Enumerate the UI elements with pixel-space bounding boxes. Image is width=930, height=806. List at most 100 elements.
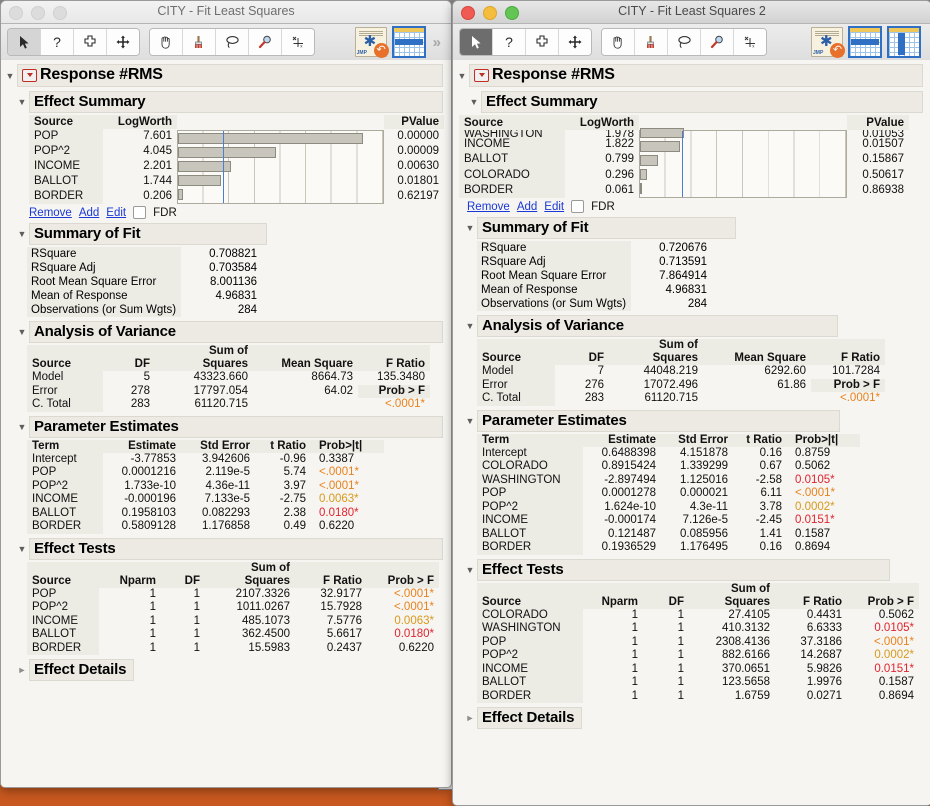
toolbar-group-tools[interactable]: x bbox=[149, 28, 315, 56]
four-arrows-move-icon[interactable] bbox=[107, 29, 139, 55]
effect-tests-header: Effect Tests bbox=[29, 537, 443, 560]
effect-summary-outline-left[interactable]: ▼ Effect Summary bbox=[15, 91, 451, 113]
titlebar-left[interactable]: CITY - Fit Least Squares bbox=[1, 1, 451, 24]
crosshair-move-icon[interactable] bbox=[526, 29, 559, 55]
fdr-label: FDR bbox=[591, 200, 615, 213]
toolbar-overflow-chevron-icon[interactable]: » bbox=[431, 34, 441, 51]
disclosure-triangle-summary-of-fit[interactable]: ▼ bbox=[463, 223, 477, 233]
response-outline-left[interactable]: ▼ Response #RMS bbox=[3, 64, 451, 87]
effect-summary-header: Effect Summary bbox=[29, 91, 443, 113]
col-prob-t: Prob>|t| bbox=[311, 439, 384, 453]
data-table-columns-icon[interactable] bbox=[887, 26, 921, 58]
effect-details-outline-left[interactable]: ► Effect Details bbox=[15, 659, 451, 681]
table-row: Intercept -3.77853 3.942606 -0.96 0.3387 bbox=[27, 452, 384, 466]
fdr-label: FDR bbox=[153, 206, 177, 219]
edit-link[interactable]: Edit bbox=[544, 201, 564, 213]
disclosure-triangle-anova[interactable]: ▼ bbox=[463, 321, 477, 331]
crosshairs-icon[interactable]: x bbox=[282, 29, 314, 55]
edit-link[interactable]: Edit bbox=[106, 207, 126, 219]
window-fit-least-squares-2[interactable]: CITY - Fit Least Squares 2 ? x ✱ ↶ JMP ▼… bbox=[452, 0, 930, 806]
arrow-select-icon[interactable] bbox=[460, 29, 493, 55]
parameter-estimates-outline-right[interactable]: ▼ Parameter Estimates bbox=[463, 409, 930, 432]
anova-header: Analysis of Variance bbox=[29, 321, 443, 343]
lasso-icon[interactable] bbox=[216, 29, 249, 55]
remove-link[interactable]: Remove bbox=[29, 207, 72, 219]
brush-icon[interactable] bbox=[183, 29, 216, 55]
titlebar-right[interactable]: CITY - Fit Least Squares 2 bbox=[453, 1, 930, 24]
disclosure-triangle-parameter-estimates[interactable]: ▼ bbox=[463, 416, 477, 426]
bar-colorado bbox=[640, 169, 647, 180]
question-help-icon[interactable]: ? bbox=[41, 29, 74, 55]
disclosure-triangle-effect-summary[interactable]: ▼ bbox=[467, 97, 481, 107]
add-link[interactable]: Add bbox=[79, 207, 99, 219]
toolbar-big-icons-right[interactable]: ✱ ↶ JMP bbox=[811, 26, 925, 58]
jmp-report-undo-icon[interactable]: ✱ ↶ JMP bbox=[811, 27, 845, 58]
toolbar-big-icons-left[interactable]: ✱ ↶ JMP » bbox=[354, 26, 445, 58]
magnifier-zoom-icon[interactable] bbox=[249, 29, 282, 55]
effect-summary-bar-chart bbox=[639, 128, 847, 198]
crosshair-move-icon[interactable] bbox=[74, 29, 107, 55]
remove-link[interactable]: Remove bbox=[467, 201, 510, 213]
data-table-rows-icon[interactable] bbox=[848, 26, 882, 58]
add-link[interactable]: Add bbox=[517, 201, 537, 213]
arrow-select-icon[interactable] bbox=[8, 29, 41, 55]
col-nparm: Nparm bbox=[583, 582, 643, 609]
four-arrows-move-icon[interactable] bbox=[559, 29, 591, 55]
crosshairs-icon[interactable]: x bbox=[734, 29, 766, 55]
response-header-bar: Response #RMS bbox=[469, 64, 923, 87]
disclosure-triangle-parameter-estimates[interactable]: ▼ bbox=[15, 422, 29, 432]
toolbar-left[interactable]: ? x ✱ ↶ JMP » bbox=[1, 24, 451, 61]
disclosure-triangle-response[interactable]: ▼ bbox=[3, 71, 17, 81]
red-triangle-menu-icon[interactable] bbox=[22, 68, 37, 82]
fdr-checkbox[interactable] bbox=[133, 206, 147, 219]
response-outline-right[interactable]: ▼ Response #RMS bbox=[455, 64, 930, 87]
parameter-estimates-outline-left[interactable]: ▼ Parameter Estimates bbox=[15, 415, 451, 438]
anova-outline-right[interactable]: ▼ Analysis of Variance bbox=[463, 315, 930, 337]
toolbar-group-select[interactable]: ? bbox=[459, 28, 592, 56]
disclosure-triangle-effect-details[interactable]: ► bbox=[15, 665, 29, 675]
window-fit-least-squares-1[interactable]: CITY - Fit Least Squares ? x ✱ ↶ JMP » ▼… bbox=[0, 0, 452, 788]
magnifier-zoom-icon[interactable] bbox=[701, 29, 734, 55]
effect-summary-actions-left[interactable]: Remove Add Edit FDR bbox=[29, 204, 451, 219]
bar-pop2 bbox=[178, 147, 277, 158]
summary-of-fit-outline-left[interactable]: ▼ Summary of Fit bbox=[15, 223, 451, 245]
lasso-icon[interactable] bbox=[668, 29, 701, 55]
jmp-report-undo-icon[interactable]: ✱ ↶ JMP bbox=[354, 27, 389, 58]
data-table-rows-icon[interactable] bbox=[391, 26, 426, 58]
effect-tests-outline-right[interactable]: ▼ Effect Tests bbox=[463, 558, 930, 581]
toolbar-right[interactable]: ? x ✱ ↶ JMP bbox=[453, 24, 930, 61]
red-triangle-menu-icon[interactable] bbox=[474, 68, 489, 82]
summary-of-fit-outline-right[interactable]: ▼ Summary of Fit bbox=[463, 217, 930, 239]
disclosure-triangle-anova[interactable]: ▼ bbox=[15, 327, 29, 337]
effect-summary-outline-right[interactable]: ▼ Effect Summary bbox=[467, 91, 930, 113]
disclosure-triangle-effect-tests[interactable]: ▼ bbox=[463, 565, 477, 575]
disclosure-triangle-effect-summary[interactable]: ▼ bbox=[15, 97, 29, 107]
table-row: INCOME -0.000196 7.133e-5 -2.75 0.0063* bbox=[27, 493, 384, 507]
parameter-estimates-title: Parameter Estimates bbox=[34, 417, 179, 435]
brush-icon[interactable] bbox=[635, 29, 668, 55]
fdr-checkbox[interactable] bbox=[571, 200, 585, 213]
disclosure-triangle-response[interactable]: ▼ bbox=[455, 71, 469, 81]
effect-tests-outline-left[interactable]: ▼ Effect Tests bbox=[15, 537, 451, 560]
disclosure-triangle-effect-details[interactable]: ► bbox=[463, 713, 477, 723]
toolbar-group-tools[interactable]: x bbox=[601, 28, 767, 56]
col-prob-t: Prob>|t| bbox=[787, 433, 860, 447]
effect-details-header[interactable]: Effect Details bbox=[477, 707, 583, 729]
effect-summary-actions-right[interactable]: Remove Add Edit FDR bbox=[459, 198, 930, 213]
table-row: BALLOT 1.744 bbox=[29, 174, 177, 190]
significance-threshold-line bbox=[682, 131, 684, 197]
effect-details-header[interactable]: Effect Details bbox=[29, 659, 135, 681]
grabber-hand-icon[interactable] bbox=[602, 29, 635, 55]
disclosure-triangle-summary-of-fit[interactable]: ▼ bbox=[15, 229, 29, 239]
anova-outline-left[interactable]: ▼ Analysis of Variance bbox=[15, 321, 451, 343]
effect-details-outline-right[interactable]: ► Effect Details bbox=[463, 707, 930, 729]
col-nparm: Nparm bbox=[99, 561, 161, 588]
col-mean-square: Mean Square bbox=[253, 345, 358, 371]
grabber-hand-icon[interactable] bbox=[150, 29, 183, 55]
table-row: Mean of Response 4.96831 bbox=[27, 289, 262, 303]
table-row: BALLOT 1 1 123.5658 1.9976 0.1587 bbox=[477, 676, 919, 690]
question-help-icon[interactable]: ? bbox=[493, 29, 526, 55]
disclosure-triangle-effect-tests[interactable]: ▼ bbox=[15, 544, 29, 554]
toolbar-group-select[interactable]: ? bbox=[7, 28, 140, 56]
table-row: INCOME 1 1 370.0651 5.9826 0.0151* bbox=[477, 662, 919, 676]
